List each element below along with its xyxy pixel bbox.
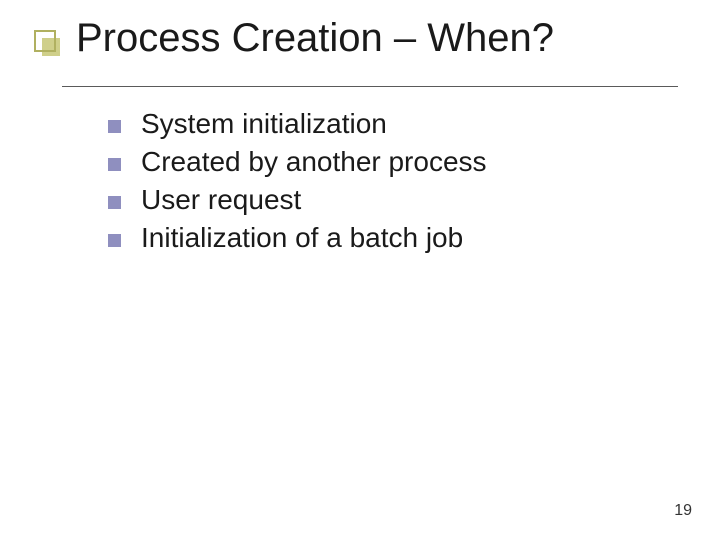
list-item-text: System initialization [141,108,387,140]
list-item: Created by another process [108,146,680,178]
title-underline [62,86,678,87]
slide-title: Process Creation – When? [76,16,700,61]
list-item-text: Initialization of a batch job [141,222,463,254]
square-bullet-icon [108,196,121,209]
list-item-text: User request [141,184,301,216]
square-bullet-icon [108,158,121,171]
title-area: Process Creation – When? [34,16,700,61]
list-item: Initialization of a batch job [108,222,680,254]
page-number: 19 [674,502,692,520]
title-accent-icon [34,30,60,56]
list-item-text: Created by another process [141,146,487,178]
list-item: System initialization [108,108,680,140]
list-item: User request [108,184,680,216]
square-bullet-icon [108,234,121,247]
bullet-list: System initialization Created by another… [108,108,680,260]
square-bullet-icon [108,120,121,133]
